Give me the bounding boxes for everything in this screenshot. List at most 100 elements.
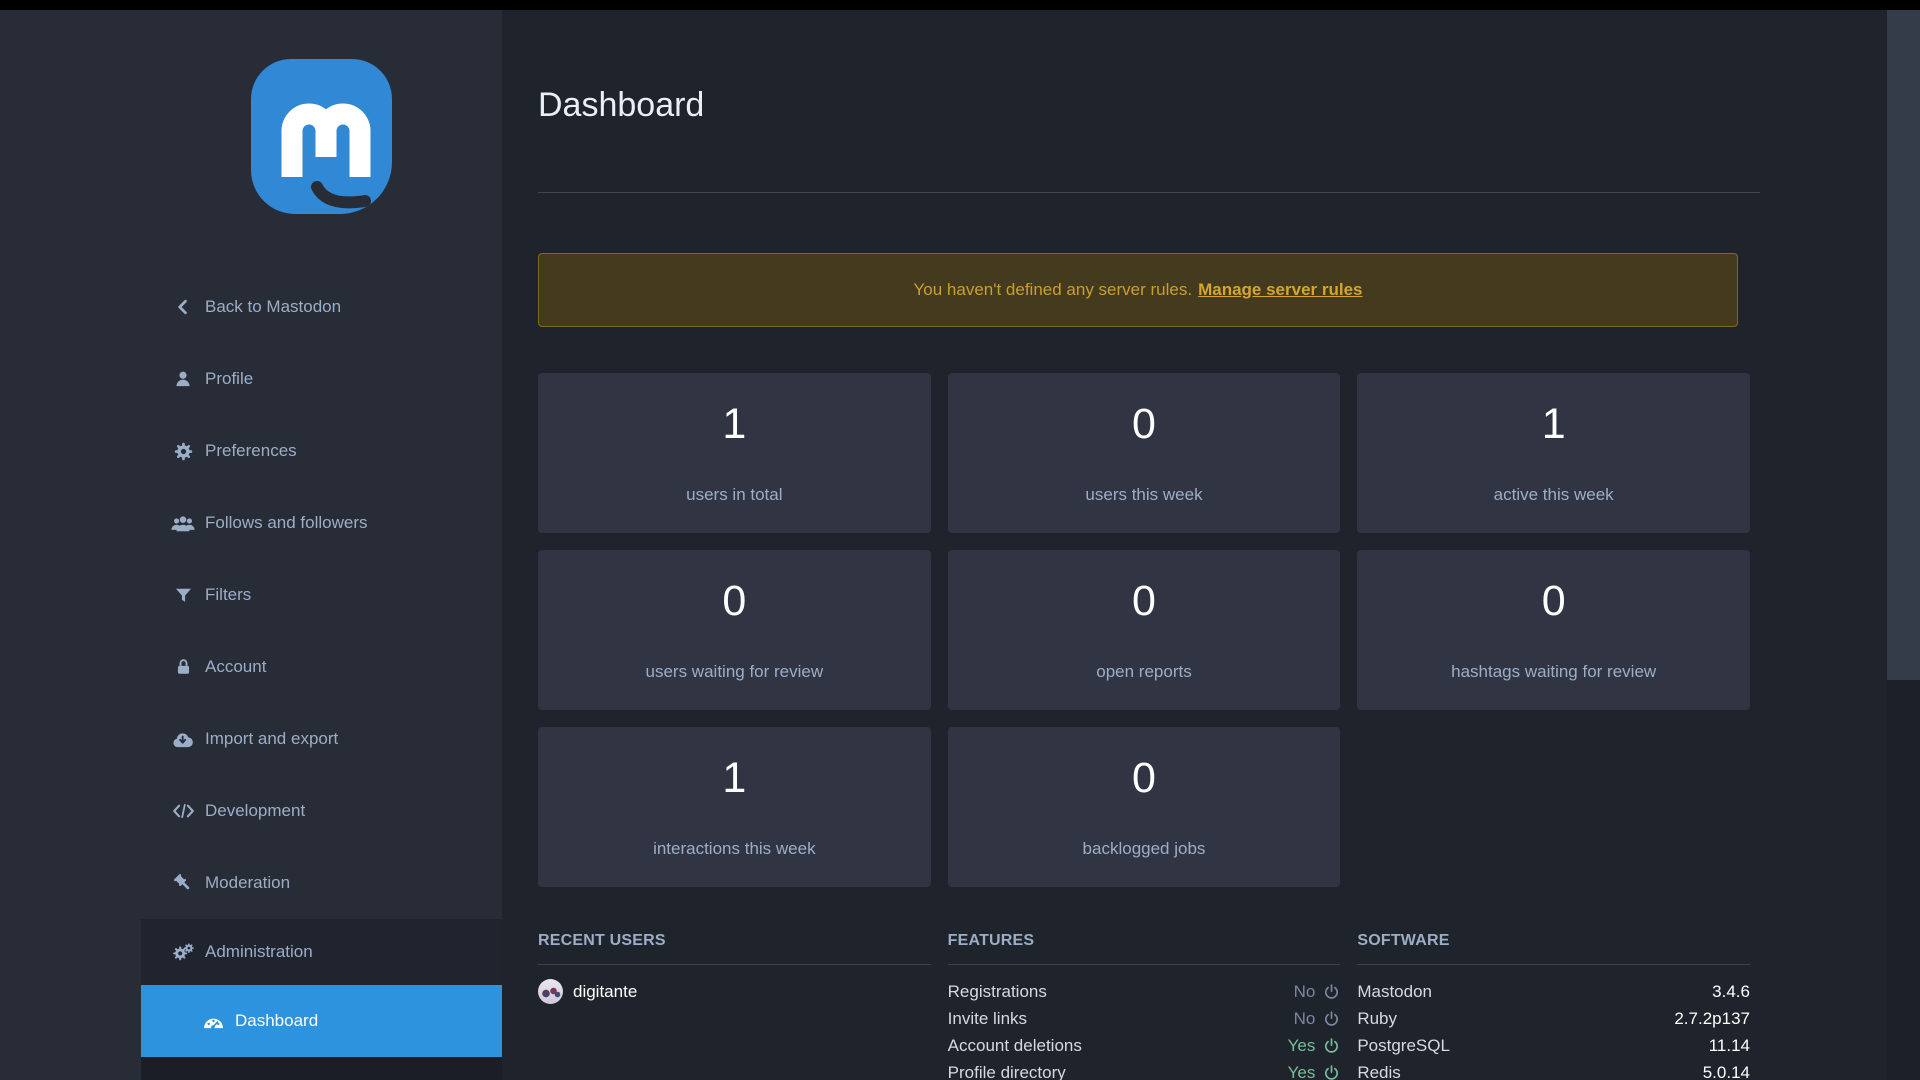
- speedometer-icon: [200, 1012, 226, 1030]
- avatar: [538, 979, 563, 1004]
- table-row: Invite links No: [948, 1005, 1341, 1032]
- stat-label: interactions this week: [653, 839, 816, 859]
- software-version: 2.7.2p137: [1674, 1009, 1750, 1029]
- sidebar-item-dashboard-active[interactable]: Dashboard: [141, 985, 502, 1057]
- page-scrollbar-track[interactable]: [1887, 10, 1920, 1080]
- admin-submenu-filler: [141, 1057, 502, 1080]
- software-version: 3.4.6: [1712, 982, 1750, 1002]
- sidebar-item-back-to-mastodon[interactable]: Back to Mastodon: [0, 271, 502, 343]
- sidebar-item-label: Account: [205, 657, 266, 677]
- sidebar: Back to Mastodon Profile Preferences: [0, 10, 502, 1080]
- software-label: PostgreSQL: [1357, 1036, 1450, 1056]
- sidebar-item-preferences[interactable]: Preferences: [0, 415, 502, 487]
- power-icon: [1323, 983, 1340, 1000]
- stat-value: 0: [1132, 580, 1156, 623]
- stat-label: open reports: [1096, 662, 1191, 682]
- sidebar-item-profile[interactable]: Profile: [0, 343, 502, 415]
- page-scrollbar-thumb[interactable]: [1887, 10, 1920, 680]
- software-heading: SOFTWARE: [1357, 932, 1750, 950]
- sidebar-item-label: Profile: [205, 369, 253, 389]
- stat-value: 1: [1542, 403, 1566, 446]
- sidebar-item-label: Moderation: [205, 873, 290, 893]
- stat-value: 1: [722, 757, 746, 800]
- page-title: Dashboard: [538, 84, 1887, 126]
- power-icon: [1323, 1037, 1340, 1054]
- stat-card-users-in-total: 1 users in total: [538, 373, 931, 533]
- top-black-strip: [0, 0, 1920, 10]
- stat-value: 1: [722, 403, 746, 446]
- warning-text: You haven't defined any server rules.: [914, 280, 1193, 300]
- software-label: Mastodon: [1357, 982, 1432, 1002]
- recent-user-link[interactable]: digitante: [573, 982, 637, 1002]
- server-rules-warning-banner: You haven't defined any server rules. Ma…: [538, 253, 1738, 327]
- cloud-download-icon: [170, 731, 196, 748]
- sidebar-item-development[interactable]: Development: [0, 775, 502, 847]
- main-content: Dashboard You haven't defined any server…: [502, 10, 1887, 1080]
- sidebar-item-label: Dashboard: [235, 1011, 318, 1031]
- manage-server-rules-link[interactable]: Manage server rules: [1198, 280, 1362, 300]
- table-row: Ruby 2.7.2p137: [1357, 1005, 1750, 1032]
- stat-value: 0: [1132, 757, 1156, 800]
- tables-grid: RECENT USERS digitante FEATURES Registra…: [538, 932, 1750, 1080]
- feature-label: Profile directory: [948, 1063, 1066, 1080]
- mastodon-logo: [251, 59, 392, 214]
- sidebar-item-account[interactable]: Account: [0, 631, 502, 703]
- table-row: Registrations No: [948, 978, 1341, 1005]
- user-icon: [170, 369, 196, 389]
- feature-label: Registrations: [948, 982, 1047, 1002]
- feature-label: Account deletions: [948, 1036, 1082, 1056]
- stats-grid: 1 users in total 0 users this week 1 act…: [538, 373, 1750, 887]
- software-version: 5.0.14: [1703, 1063, 1750, 1080]
- feature-value: No: [1294, 982, 1341, 1002]
- stat-card-backlogged-jobs: 0 backlogged jobs: [948, 727, 1341, 887]
- section-divider: [538, 964, 931, 965]
- table-row: Redis 5.0.14: [1357, 1059, 1750, 1080]
- lock-icon: [170, 657, 196, 677]
- table-row: Profile directory Yes: [948, 1059, 1341, 1080]
- features-section: FEATURES Registrations No Invite links N…: [948, 932, 1341, 1080]
- software-label: Redis: [1357, 1063, 1400, 1080]
- stat-label: hashtags waiting for review: [1451, 662, 1656, 682]
- feature-state-text: No: [1294, 1009, 1316, 1029]
- table-row: Mastodon 3.4.6: [1357, 978, 1750, 1005]
- table-row: PostgreSQL 11.14: [1357, 1032, 1750, 1059]
- sidebar-item-follows-and-followers[interactable]: Follows and followers: [0, 487, 502, 559]
- title-divider: [538, 192, 1760, 193]
- sidebar-item-label: Back to Mastodon: [205, 297, 341, 317]
- stat-label: users this week: [1085, 485, 1202, 505]
- features-heading: FEATURES: [948, 932, 1341, 950]
- sidebar-item-administration[interactable]: Administration: [141, 919, 502, 985]
- sidebar-item-label: Preferences: [205, 441, 297, 461]
- stat-label: backlogged jobs: [1083, 839, 1206, 859]
- stat-card-active-this-week: 1 active this week: [1357, 373, 1750, 533]
- sidebar-item-label: Development: [205, 801, 305, 821]
- stat-label: users in total: [686, 485, 782, 505]
- software-section: SOFTWARE Mastodon 3.4.6 Ruby 2.7.2p137 P…: [1357, 932, 1750, 1080]
- chevron-left-icon: [170, 297, 196, 317]
- stat-card-users-waiting-for-review: 0 users waiting for review: [538, 550, 931, 710]
- sidebar-item-import-and-export[interactable]: Import and export: [0, 703, 502, 775]
- stat-label: users waiting for review: [646, 662, 824, 682]
- feature-state-text: No: [1294, 982, 1316, 1002]
- stat-label: active this week: [1494, 485, 1614, 505]
- power-icon: [1323, 1064, 1340, 1080]
- cogs-icon: [170, 942, 196, 963]
- power-icon: [1323, 1010, 1340, 1027]
- mastodon-admin-screen: Back to Mastodon Profile Preferences: [0, 0, 1920, 1080]
- feature-state-text: Yes: [1288, 1036, 1316, 1056]
- stat-value: 0: [722, 580, 746, 623]
- recent-users-section: RECENT USERS digitante: [538, 932, 931, 1080]
- feature-value: No: [1294, 1009, 1341, 1029]
- sidebar-nav: Back to Mastodon Profile Preferences: [0, 271, 502, 1080]
- section-divider: [1357, 964, 1750, 965]
- sidebar-item-filters[interactable]: Filters: [0, 559, 502, 631]
- feature-label: Invite links: [948, 1009, 1027, 1029]
- software-version: 11.14: [1709, 1036, 1750, 1056]
- sidebar-item-moderation[interactable]: Moderation: [0, 847, 502, 919]
- recent-users-heading: RECENT USERS: [538, 932, 931, 950]
- software-label: Ruby: [1357, 1009, 1397, 1029]
- stat-card-interactions-this-week: 1 interactions this week: [538, 727, 931, 887]
- stat-value: 0: [1542, 580, 1566, 623]
- sidebar-item-label: Import and export: [205, 729, 338, 749]
- sidebar-item-label: Filters: [205, 585, 251, 605]
